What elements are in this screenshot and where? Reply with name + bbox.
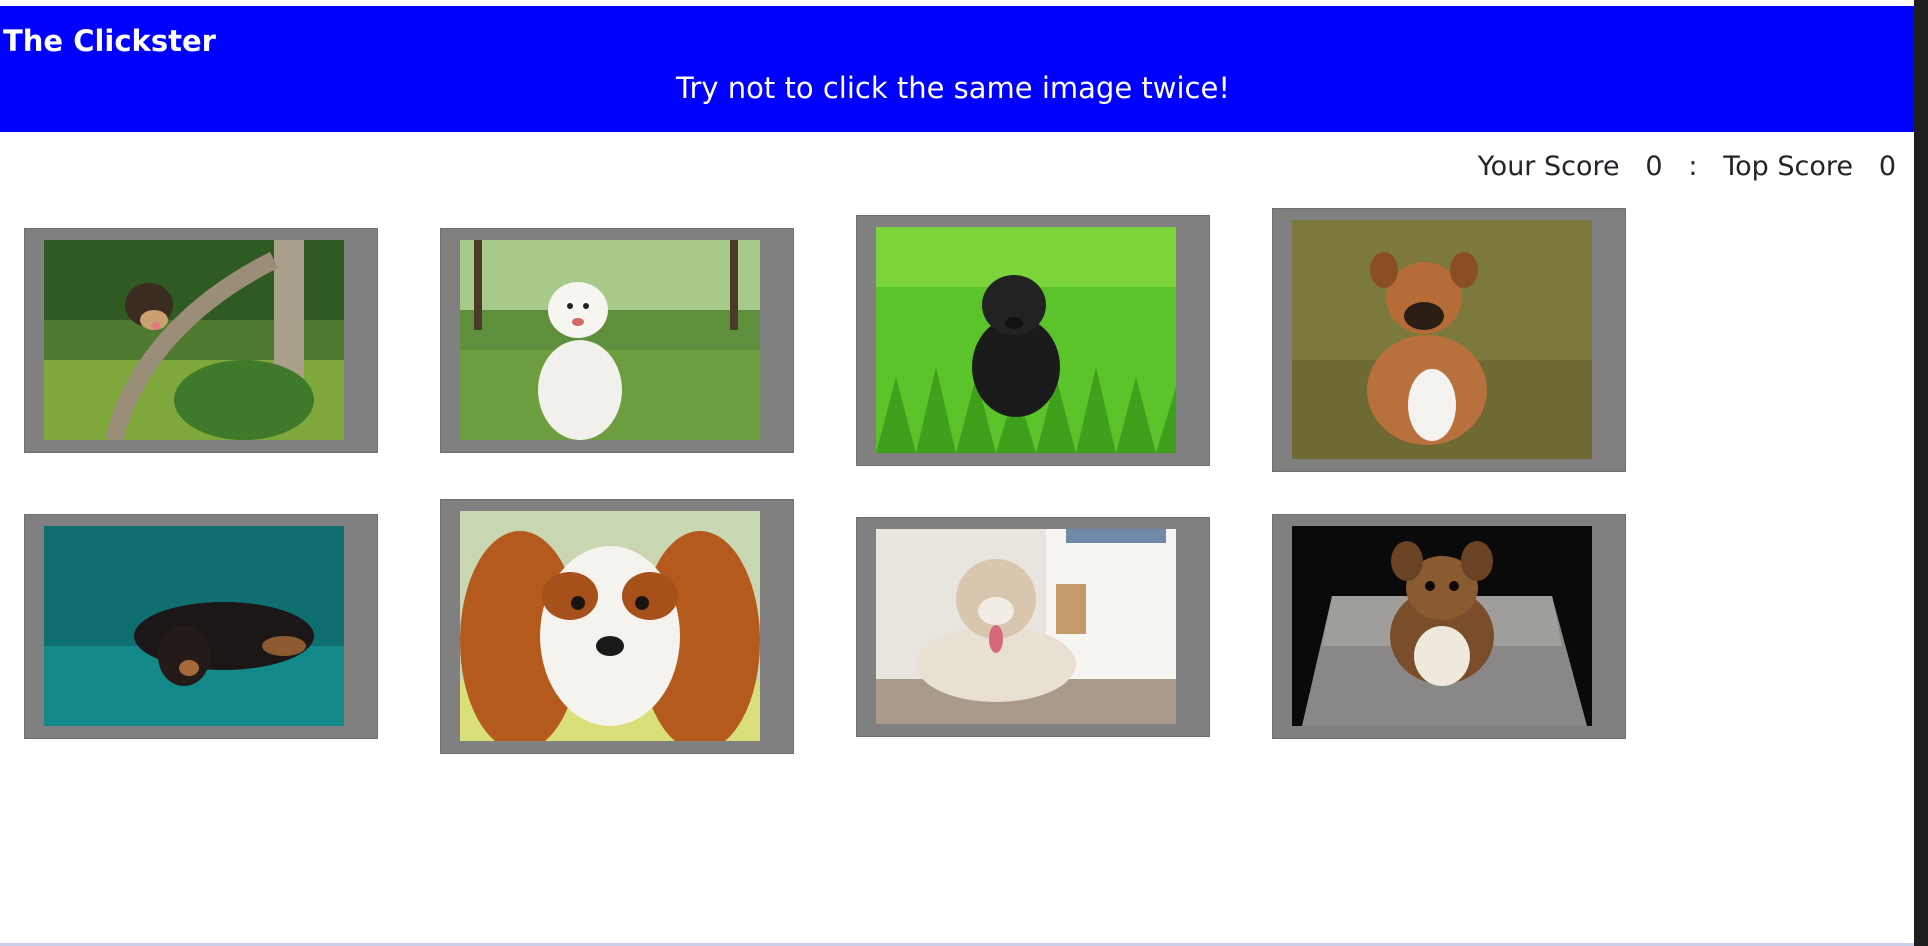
- score-display: Your Score 0 : Top Score 0: [1478, 148, 1896, 186]
- score-separator: :: [1688, 151, 1698, 182]
- black-dachshund-image[interactable]: [44, 526, 344, 726]
- yorkie-puppy-image[interactable]: [44, 240, 344, 440]
- image-card-8[interactable]: [1272, 514, 1626, 739]
- top-score-value: 0: [1878, 151, 1896, 182]
- image-card-3[interactable]: [856, 215, 1210, 466]
- your-score-value: 0: [1645, 151, 1663, 182]
- brand-title[interactable]: The Clickster: [3, 21, 216, 61]
- image-card-1[interactable]: [24, 228, 378, 453]
- instructions-text: Try not to click the same image twice!: [676, 71, 1230, 105]
- cavalier-spaniel-image[interactable]: [460, 511, 760, 741]
- image-card-6[interactable]: [440, 499, 794, 754]
- chihuahua-image[interactable]: [1292, 526, 1592, 726]
- image-card-4[interactable]: [1272, 208, 1626, 472]
- navbar: The Clickster Try not to click the same …: [0, 6, 1914, 132]
- window-edge: [1914, 0, 1928, 946]
- husky-puppy-image[interactable]: [876, 529, 1176, 724]
- your-score-label: Your Score: [1477, 151, 1620, 182]
- app-page: The Clickster Try not to click the same …: [0, 0, 1928, 946]
- top-score-label: Top Score: [1723, 151, 1854, 182]
- brown-boxer-puppy-image[interactable]: [1292, 220, 1592, 459]
- black-puppy-in-grass-image[interactable]: [876, 227, 1176, 453]
- image-card-5[interactable]: [24, 514, 378, 739]
- white-samoyed-puppy-image[interactable]: [460, 240, 760, 440]
- image-card-7[interactable]: [856, 517, 1210, 737]
- image-card-2[interactable]: [440, 228, 794, 453]
